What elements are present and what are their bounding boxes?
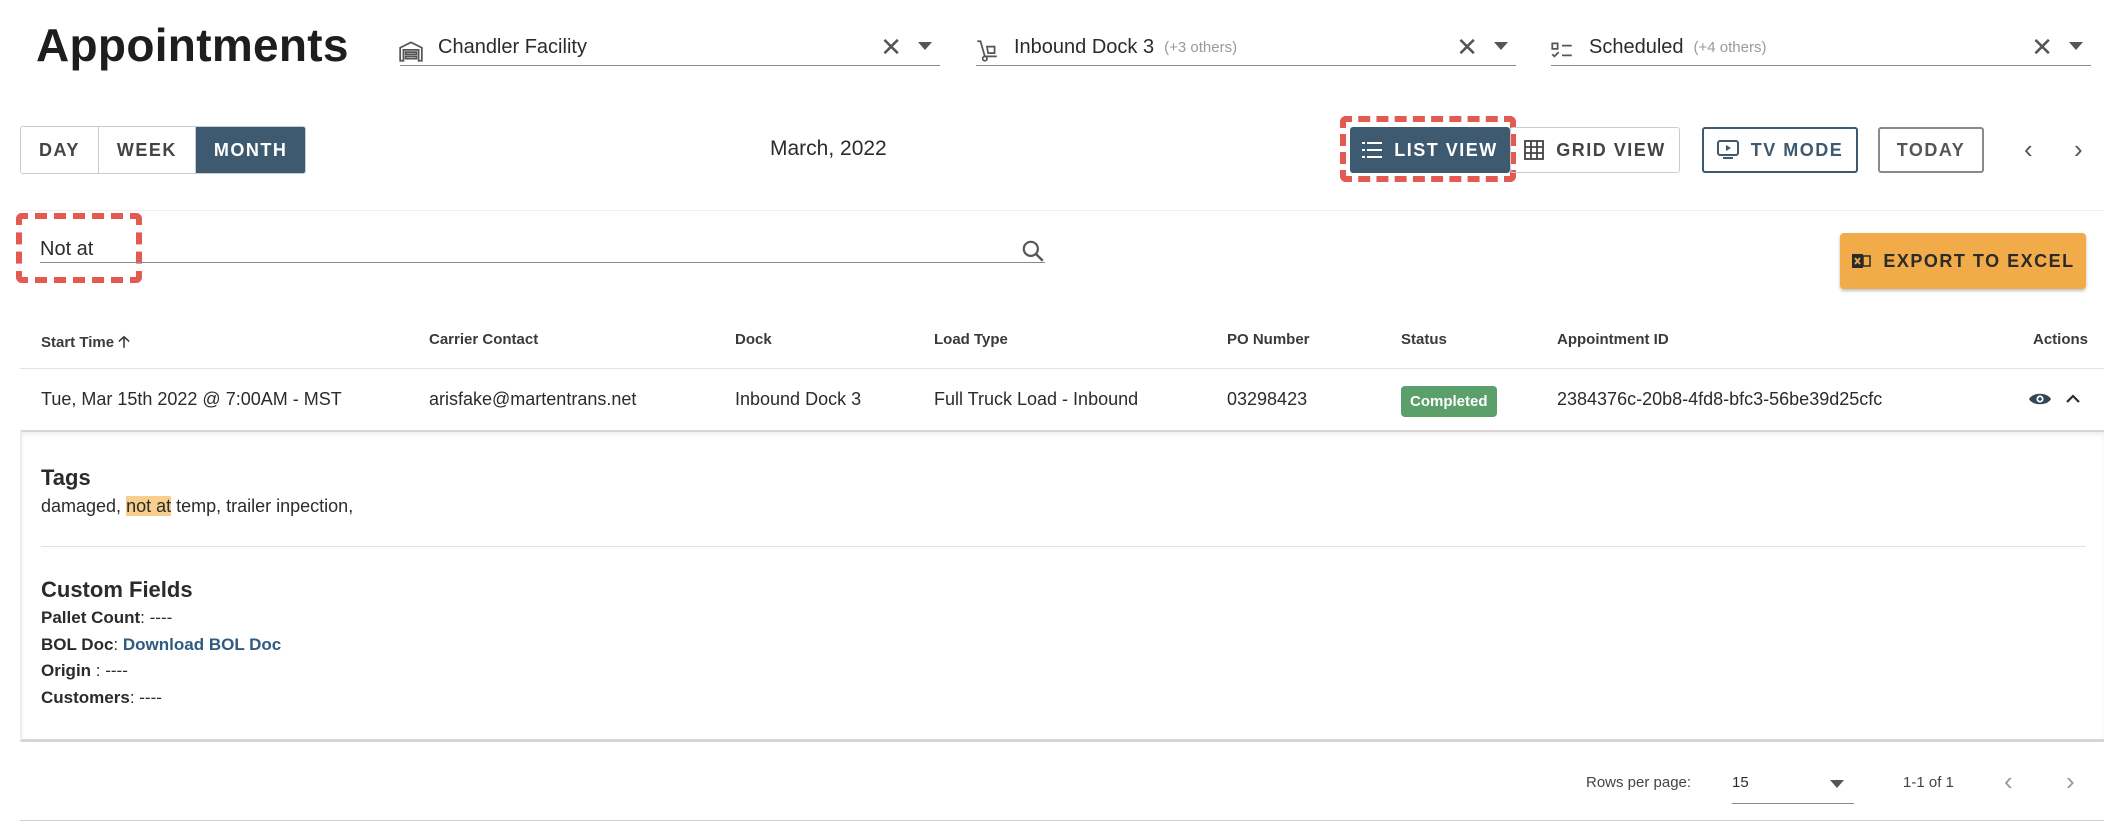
customers-value: ----: [139, 688, 162, 707]
status-filter-value: Scheduled: [1589, 36, 1684, 58]
grid-icon: [1524, 140, 1545, 160]
pallet-count-label: Pallet Count: [41, 608, 141, 627]
tags-text-before: damaged,: [41, 496, 127, 516]
origin-value: ----: [105, 661, 128, 680]
facility-dropdown-icon[interactable]: [918, 42, 932, 50]
status-badge: Completed: [1401, 386, 1497, 417]
customers-label: Customers: [41, 688, 130, 707]
customers-field: Customers: ----: [41, 688, 162, 707]
month-view-button[interactable]: MONTH: [195, 127, 306, 173]
export-label: EXPORT TO EXCEL: [1883, 250, 2075, 271]
row-load-type: Full Truck Load - Inbound: [934, 389, 1139, 409]
warehouse-icon: [399, 41, 423, 62]
pallet-count-value: ----: [149, 608, 173, 627]
dock-filter[interactable]: Inbound Dock 3 (+3 others) ✕: [976, 30, 1516, 66]
bol-doc-field: BOL Doc: Download BOL Doc: [41, 635, 282, 654]
header-divider: [20, 368, 2104, 369]
column-carrier-contact[interactable]: Carrier Contact: [429, 331, 538, 348]
list-icon: [1362, 141, 1383, 159]
tags-text-after: temp, trailer inpection,: [171, 496, 354, 516]
status-filter[interactable]: Scheduled (+4 others) ✕: [1551, 30, 2091, 66]
rows-per-page-value: 15: [1732, 774, 1749, 791]
column-actions: Actions: [2033, 331, 2089, 348]
week-view-button[interactable]: WEEK: [98, 127, 196, 173]
today-button[interactable]: TODAY: [1878, 127, 1984, 173]
status-filter-extra: (+4 others): [1693, 39, 1767, 56]
view-toggle: DAY WEEK MONTH: [20, 126, 307, 174]
column-status[interactable]: Status: [1401, 331, 1447, 348]
list-view-button[interactable]: LIST VIEW: [1350, 127, 1510, 173]
next-page-icon[interactable]: ›: [2066, 766, 2075, 797]
toolbar-divider: [20, 210, 2104, 211]
download-bol-doc-link[interactable]: Download BOL Doc: [123, 635, 281, 654]
status-dropdown-icon[interactable]: [2069, 42, 2083, 50]
column-appointment-id[interactable]: Appointment ID: [1557, 331, 1669, 348]
row-po-number: 03298423: [1227, 389, 1308, 409]
rows-per-page-label: Rows per page:: [1586, 774, 1692, 791]
status-clear-icon[interactable]: ✕: [2031, 32, 2053, 63]
row-dock: Inbound Dock 3: [735, 389, 862, 409]
facility-filter-value: Chandler Facility: [438, 36, 587, 58]
collapse-row-icon[interactable]: [2064, 392, 2082, 406]
facility-clear-icon[interactable]: ✕: [880, 32, 902, 63]
rows-per-page-dropdown-icon[interactable]: [1830, 780, 1844, 788]
origin-label: Origin: [41, 661, 96, 680]
row-appointment-id: 2384376c-20b8-4fd8-bfc3-56be39d25cfc: [1557, 389, 1883, 409]
row-carrier-contact: arisfake@martentrans.net: [429, 389, 637, 409]
column-dock[interactable]: Dock: [735, 331, 772, 348]
next-period-icon[interactable]: ›: [2074, 134, 2083, 165]
footer-divider: [20, 820, 2104, 821]
search-icon[interactable]: [1020, 238, 1046, 264]
tv-mode-label: TV MODE: [1750, 139, 1844, 160]
custom-fields-title: Custom Fields: [41, 577, 193, 602]
previous-period-icon[interactable]: ‹: [2024, 134, 2033, 165]
expanded-row-details: [20, 430, 2104, 742]
search-underline: [40, 262, 1045, 263]
bol-doc-label: BOL Doc: [41, 635, 114, 654]
facility-filter[interactable]: Chandler Facility ✕: [399, 30, 940, 66]
dock-dropdown-icon[interactable]: [1494, 42, 1508, 50]
origin-field: Origin : ----: [41, 661, 128, 680]
column-start-time-label: Start Time: [41, 334, 115, 351]
dock-filter-value: Inbound Dock 3: [1014, 36, 1155, 58]
search-input[interactable]: [40, 236, 740, 262]
sort-up-icon[interactable]: 🡡: [118, 334, 130, 351]
dolly-icon: [977, 40, 997, 62]
excel-icon: [1851, 251, 1872, 271]
column-load-type[interactable]: Load Type: [934, 331, 1008, 348]
view-details-icon[interactable]: [2028, 390, 2052, 408]
tv-mode-button[interactable]: TV MODE: [1702, 127, 1858, 173]
tags-title: Tags: [41, 465, 91, 490]
tv-icon: [1716, 140, 1739, 160]
dock-clear-icon[interactable]: ✕: [1456, 32, 1478, 63]
grid-view-label: GRID VIEW: [1556, 139, 1666, 160]
dock-filter-extra: (+3 others): [1164, 39, 1238, 56]
day-view-button[interactable]: DAY: [21, 127, 99, 173]
details-divider: [41, 546, 2086, 547]
tags-search-match: not at: [126, 496, 172, 516]
pallet-count-field: Pallet Count: ----: [41, 608, 173, 627]
grid-view-button[interactable]: GRID VIEW: [1510, 127, 1680, 173]
current-period: March, 2022: [770, 137, 887, 160]
column-start-time[interactable]: Start Time 🡡: [41, 331, 130, 358]
list-view-label: LIST VIEW: [1394, 139, 1498, 160]
export-to-excel-button[interactable]: EXPORT TO EXCEL: [1840, 233, 2086, 289]
column-po-number[interactable]: PO Number: [1227, 331, 1310, 348]
checklist-icon: [1551, 42, 1572, 58]
page-title: Appointments: [36, 19, 349, 71]
pagination-range: 1-1 of 1: [1903, 774, 1954, 791]
row-start-time: Tue, Mar 15th 2022 @ 7:00AM - MST: [41, 389, 342, 409]
previous-page-icon[interactable]: ‹: [2004, 766, 2013, 797]
tags-text: damaged, not at temp, trailer inpection,: [41, 496, 353, 517]
